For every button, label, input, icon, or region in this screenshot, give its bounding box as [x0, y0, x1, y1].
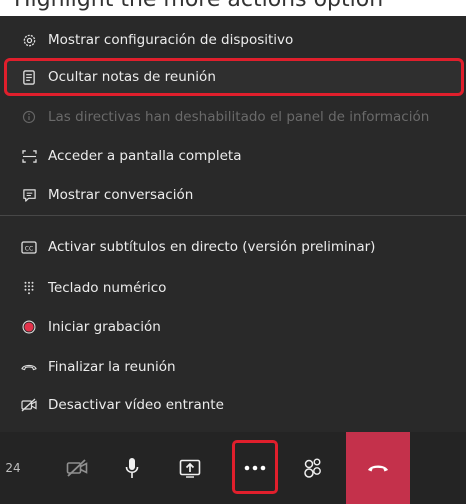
call-toolbar: 24 — [0, 432, 466, 504]
more-actions-menu: Mostrar configuración de dispositivo Ocu… — [0, 16, 466, 432]
camera-off-icon — [66, 459, 88, 477]
captions-icon: CC — [21, 239, 37, 255]
menu-divider — [0, 215, 466, 216]
menu-item-label: Ocultar notas de reunión — [48, 69, 216, 85]
gear-icon — [21, 32, 37, 48]
menu-item-end-meeting[interactable]: Finalizar la reunión — [0, 348, 466, 386]
microphone-button[interactable] — [116, 432, 148, 504]
participant-count: 24 — [5, 461, 21, 475]
svg-text:CC: CC — [25, 245, 33, 252]
menu-item-label: Mostrar conversación — [48, 187, 194, 203]
menu-item-fullscreen[interactable]: Acceder a pantalla completa — [0, 137, 466, 175]
camera-toggle-button[interactable] — [56, 432, 98, 504]
chat-icon — [21, 187, 37, 203]
menu-item-dialpad[interactable]: Teclado numérico — [0, 269, 466, 307]
hang-up-button[interactable] — [346, 432, 410, 504]
participants-button[interactable] — [296, 432, 328, 504]
menu-item-hide-meeting-notes[interactable]: Ocultar notas de reunión — [4, 58, 464, 96]
menu-item-live-captions[interactable]: CC Activar subtítulos en directo (versió… — [0, 228, 466, 266]
menu-item-device-settings[interactable]: Mostrar configuración de dispositivo — [0, 21, 466, 59]
share-screen-icon — [179, 459, 201, 478]
dialpad-icon — [21, 280, 37, 296]
hang-up-icon — [367, 463, 389, 473]
menu-item-label: Iniciar grabación — [48, 319, 161, 335]
menu-item-label: Finalizar la reunión — [48, 359, 176, 375]
menu-item-label: Teclado numérico — [48, 280, 167, 296]
more-actions-button[interactable] — [236, 432, 274, 504]
info-icon — [21, 109, 37, 125]
menu-item-label: Mostrar configuración de dispositivo — [48, 32, 294, 48]
participants-icon — [301, 457, 323, 479]
video-off-icon — [21, 397, 37, 413]
notes-icon — [21, 69, 37, 85]
fullscreen-icon — [21, 148, 37, 164]
share-screen-button[interactable] — [172, 432, 208, 504]
menu-item-info-panel-disabled: Las directivas han deshabilitado el pane… — [0, 98, 466, 136]
caption-text: Highlight the more actions option — [14, 0, 383, 12]
more-actions-icon — [244, 465, 266, 471]
menu-item-label: Activar subtítulos en directo (versión p… — [48, 239, 376, 255]
end-meeting-icon — [21, 359, 37, 375]
menu-item-disable-incoming-video[interactable]: Desactivar vídeo entrante — [0, 386, 466, 424]
microphone-icon — [125, 457, 139, 479]
record-icon — [21, 319, 37, 335]
menu-item-show-conversation[interactable]: Mostrar conversación — [0, 176, 466, 214]
menu-item-label: Acceder a pantalla completa — [48, 148, 242, 164]
menu-item-start-recording[interactable]: Iniciar grabación — [0, 308, 466, 346]
menu-item-label: Las directivas han deshabilitado el pane… — [48, 109, 430, 125]
menu-item-label: Desactivar vídeo entrante — [48, 397, 224, 413]
